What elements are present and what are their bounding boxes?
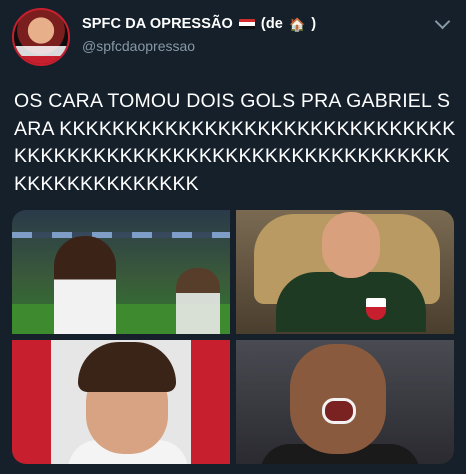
chevron-down-icon[interactable] (434, 13, 451, 30)
house-icon: 🏠 (288, 16, 306, 32)
media-grid (12, 210, 454, 464)
handle[interactable]: @spfcdaopressao (82, 38, 316, 54)
photo-goalkeeper-laughing[interactable] (236, 210, 454, 334)
avatar[interactable] (12, 8, 70, 66)
photo-young-player-smiling[interactable] (12, 340, 230, 464)
display-name-text: SPFC DA OPRESSÃO (82, 16, 233, 32)
tweet-text: OS CARA TOMOU DOIS GOLS PRA GABRIEL SARA… (14, 90, 456, 195)
tweet-header: SPFC DA OPRESSÃO (de 🏠) @spfcdaopressao (12, 8, 316, 66)
display-name-suffix: (de (260, 16, 283, 32)
photo-player-celebrating[interactable] (12, 210, 230, 334)
display-name-close: ) (311, 16, 317, 32)
photo-man-laughing[interactable] (236, 340, 454, 464)
author-names: SPFC DA OPRESSÃO (de 🏠) @spfcdaopressao (82, 16, 316, 54)
display-name[interactable]: SPFC DA OPRESSÃO (de 🏠) (82, 16, 316, 32)
flag-icon (238, 18, 255, 30)
